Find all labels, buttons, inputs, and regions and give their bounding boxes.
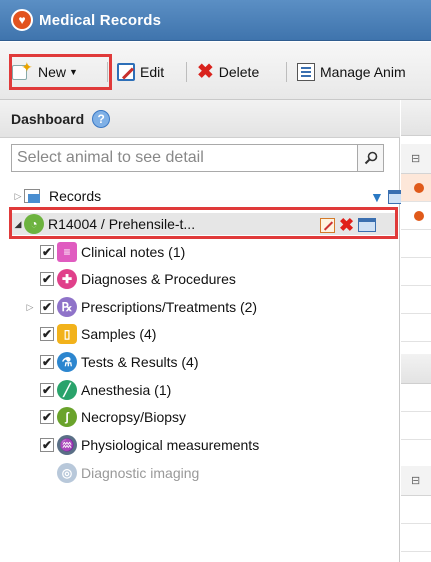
checkbox[interactable]: ✔ xyxy=(40,245,54,259)
status-dot-icon xyxy=(414,211,424,221)
diagnoses-cross-icon: ✚ xyxy=(57,269,77,289)
checkbox[interactable]: ✔ xyxy=(40,383,54,397)
tests-results-icon: ⚗ xyxy=(57,352,77,372)
delete-button[interactable]: ✖ Delete xyxy=(197,60,259,84)
search-button[interactable] xyxy=(357,145,383,171)
tree-item-necropsy[interactable]: ✔ ʃ Necropsy/Biopsy xyxy=(40,406,186,428)
edit-icon xyxy=(117,63,135,81)
toolbar-divider xyxy=(107,62,108,82)
medical-records-logo-icon: ♥ xyxy=(11,9,33,31)
list-icon xyxy=(297,63,315,81)
grid-row[interactable] xyxy=(401,524,431,552)
toolbar-divider xyxy=(286,62,287,82)
grid-row[interactable] xyxy=(401,286,431,314)
highlight-animal-row xyxy=(9,207,398,239)
dashboard-panel: Dashboard ? ▷ Records ▼ ◢ ◔ R14004 / Pre… xyxy=(0,100,406,562)
grid-row[interactable] xyxy=(401,314,431,342)
diagnostic-imaging-icon: ◎ xyxy=(57,463,77,483)
records-grid-partial: ⊟ ⊟ xyxy=(401,100,431,562)
grid-group-toggle[interactable]: ⊟ xyxy=(401,144,431,174)
group-collapse-icon: ⊟ xyxy=(411,475,421,487)
tree-item-label: Diagnostic imaging xyxy=(81,465,200,481)
toolbar-divider xyxy=(186,62,187,82)
grid-row[interactable] xyxy=(401,440,431,468)
tree-item-label: Tests & Results (4) xyxy=(81,354,199,370)
checkbox[interactable]: ✔ xyxy=(40,438,54,452)
manage-animals-button[interactable]: Manage Anim xyxy=(297,60,406,84)
expand-triangle-icon[interactable]: ▷ xyxy=(12,191,24,202)
tree-item-label: Diagnoses & Procedures xyxy=(81,271,236,287)
status-dot-icon xyxy=(414,183,424,193)
group-collapse-icon: ⊟ xyxy=(411,153,421,165)
edit-button[interactable]: Edit xyxy=(117,60,164,84)
anesthesia-syringe-icon: ╱ xyxy=(57,380,77,400)
dashboard-header: Dashboard ? xyxy=(0,100,400,138)
grid-row[interactable] xyxy=(401,412,431,440)
app-title: Medical Records xyxy=(39,11,162,29)
checkbox[interactable]: ✔ xyxy=(40,355,54,369)
tree-node-records[interactable]: ▷ Records xyxy=(12,185,102,207)
tree-item-diagnoses[interactable]: ✔ ✚ Diagnoses & Procedures xyxy=(40,268,236,290)
animal-search-input[interactable] xyxy=(12,145,357,171)
checkbox[interactable]: ✔ xyxy=(40,410,54,424)
grid-group-toggle[interactable]: ⊟ xyxy=(401,466,431,496)
grid-section-header xyxy=(401,354,431,384)
tree-item-tests-results[interactable]: ✔ ⚗ Tests & Results (4) xyxy=(40,351,198,373)
help-icon[interactable]: ? xyxy=(92,109,111,128)
edit-button-label: Edit xyxy=(140,64,165,80)
tree-item-label: Samples (4) xyxy=(81,326,157,342)
clinical-notes-icon: ≡ xyxy=(57,242,77,262)
tree-item-label: Clinical notes (1) xyxy=(81,244,186,260)
tree-item-diagnostic-imaging: ◎ Diagnostic imaging xyxy=(57,462,199,484)
tree-item-physiological[interactable]: ✔ ♒ Physiological measurements xyxy=(40,434,259,456)
filter-icon[interactable]: ▼ xyxy=(370,189,384,205)
checkbox[interactable]: ✔ xyxy=(40,327,54,341)
expand-triangle-icon[interactable]: ▷ xyxy=(24,302,36,313)
tree-item-label: Necropsy/Biopsy xyxy=(81,409,187,425)
delete-button-label: Delete xyxy=(218,64,260,80)
records-label: Records xyxy=(49,188,102,204)
tree-item-label: Prescriptions/Treatments (2) xyxy=(81,299,258,315)
tree-item-samples[interactable]: ✔ ▯ Samples (4) xyxy=(40,323,156,345)
grid-row[interactable] xyxy=(401,202,431,230)
toolbar: ✦ New ▼ Edit ✖ Delete Manage Anim xyxy=(0,42,431,100)
grid-row[interactable] xyxy=(401,384,431,412)
checkbox[interactable]: ✔ xyxy=(40,272,54,286)
animal-search xyxy=(11,144,384,172)
physiological-icon: ♒ xyxy=(57,435,77,455)
tree-item-label: Anesthesia (1) xyxy=(81,382,172,398)
search-icon xyxy=(364,151,377,165)
necropsy-icon: ʃ xyxy=(57,407,77,427)
tree-item-clinical-notes[interactable]: ✔ ≡ Clinical notes (1) xyxy=(40,241,185,263)
grid-row[interactable] xyxy=(401,230,431,258)
title-bar: ♥ Medical Records xyxy=(0,0,431,41)
dashboard-title: Dashboard xyxy=(11,110,85,127)
records-icon xyxy=(24,189,46,203)
checkbox[interactable]: ✔ xyxy=(40,300,54,314)
tree-item-anesthesia[interactable]: ✔ ╱ Anesthesia (1) xyxy=(40,379,171,401)
delete-x-icon: ✖ xyxy=(197,61,214,83)
manage-button-label: Manage Anim xyxy=(320,64,406,80)
prescription-rx-icon: ℞ xyxy=(57,297,77,317)
samples-icon: ▯ xyxy=(57,324,77,344)
tree-item-label: Physiological measurements xyxy=(81,437,260,453)
grid-row[interactable] xyxy=(401,496,431,524)
tree-item-prescriptions[interactable]: ▷ ✔ ℞ Prescriptions/Treatments (2) xyxy=(24,296,257,318)
grid-header xyxy=(401,100,431,136)
grid-row[interactable] xyxy=(401,174,431,202)
highlight-new-button xyxy=(9,54,112,90)
grid-row[interactable] xyxy=(401,258,431,286)
